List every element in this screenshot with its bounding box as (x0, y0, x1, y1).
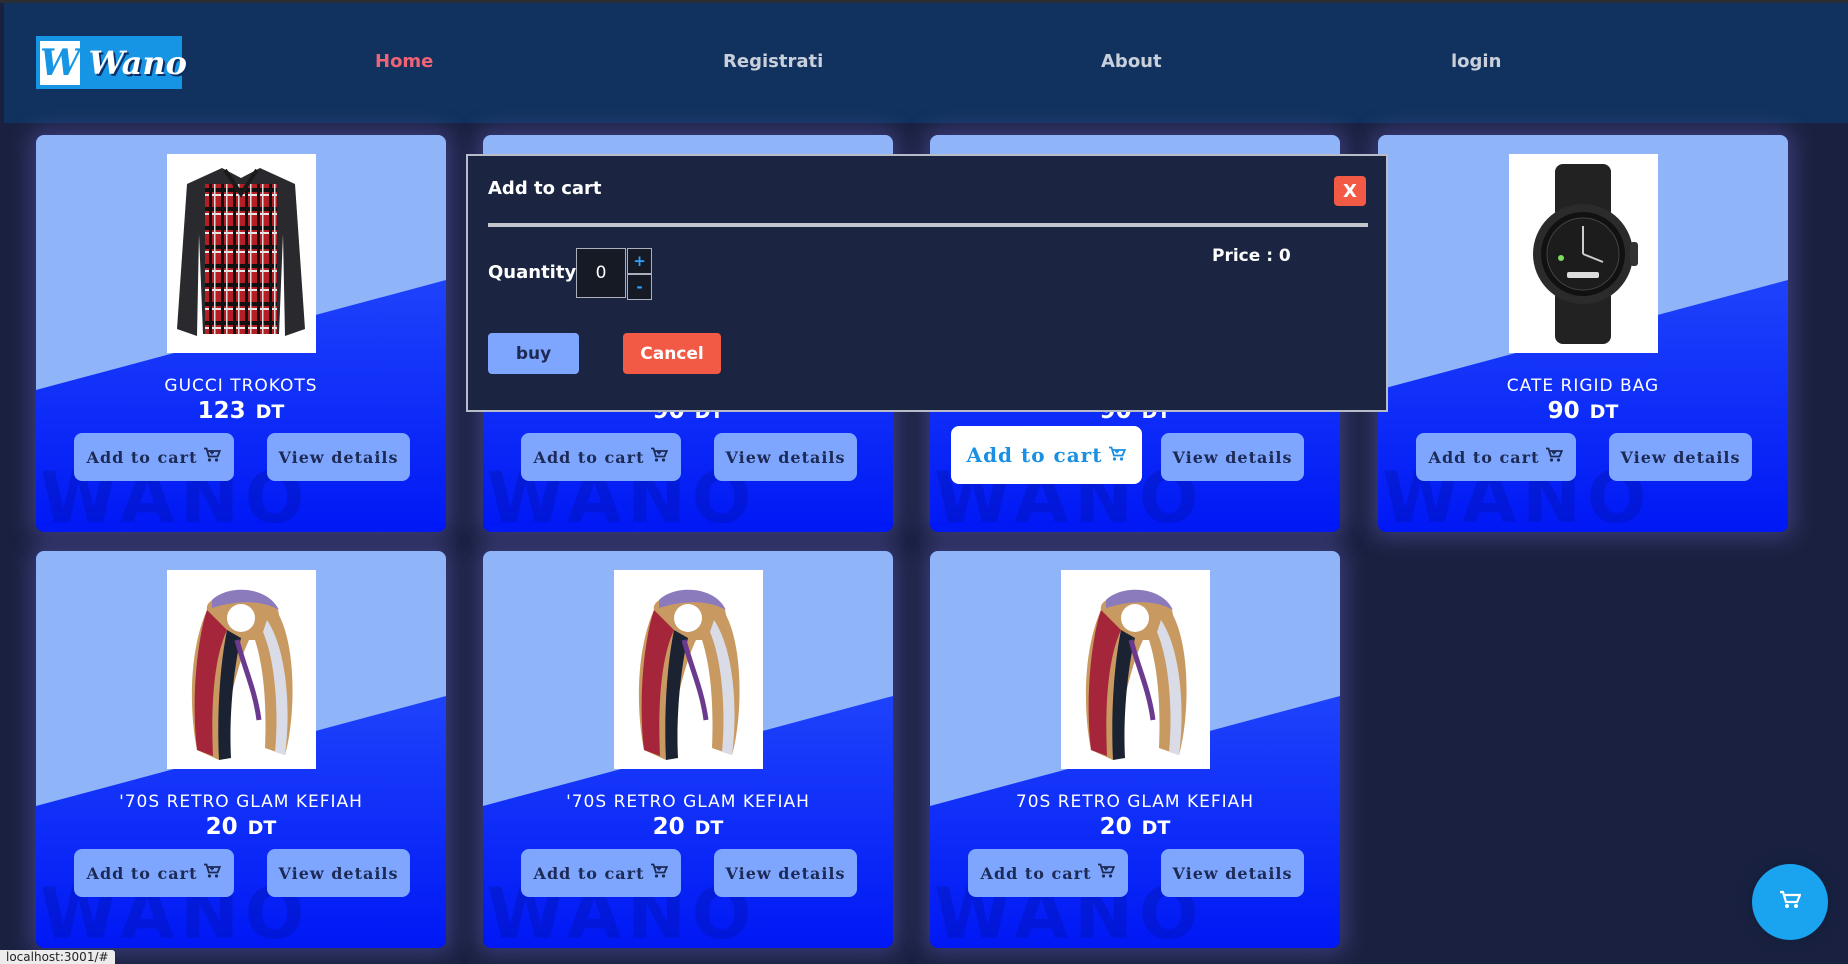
add-to-cart-button[interactable]: Add to cart (74, 433, 234, 481)
product-card: WANO CATE RIGID BAG 90 DT Add to cart View d… (1378, 135, 1788, 532)
product-image[interactable] (1509, 154, 1658, 353)
product-image[interactable] (167, 154, 316, 353)
add-to-cart-label: Add to cart (966, 443, 1103, 467)
nav-home[interactable]: Home (375, 51, 433, 72)
view-details-button[interactable]: View details (714, 433, 857, 481)
product-name: CATE RIGID BAG (1506, 376, 1660, 396)
view-details-button[interactable]: View details (1161, 849, 1304, 897)
add-to-cart-button[interactable]: Add to cart (521, 433, 681, 481)
add-to-cart-label: Add to cart (1428, 447, 1540, 467)
product-image[interactable] (167, 570, 316, 769)
price-readout: Price : 0 (1212, 246, 1291, 266)
quantity-label: Quantity: (488, 262, 584, 283)
price-value: 20 (1099, 814, 1132, 840)
nav-registrati[interactable]: Registrati (723, 51, 823, 72)
price-value: 90 (1547, 398, 1580, 424)
cart-icon (650, 863, 669, 883)
product-card: WANO '70S RETRO GLAM KEFIAH 20 DT Add to ca… (36, 551, 446, 948)
add-to-cart-modal: Add to cart X Quantity: + - Price : 0 bu… (466, 154, 1388, 412)
nav-about[interactable]: About (1101, 51, 1162, 72)
product-price: 20 DT (36, 814, 446, 840)
view-details-button[interactable]: View details (1161, 433, 1304, 481)
product-card: WANO 70S RETRO GLAM KEFIAH 20 DT Add to car… (930, 551, 1340, 948)
cart-icon (203, 447, 222, 467)
product-name: '70S RETRO GLAM KEFIAH (119, 792, 363, 812)
price-value: 20 (205, 814, 238, 840)
product-image[interactable] (614, 570, 763, 769)
product-price: 20 DT (483, 814, 893, 840)
view-details-button[interactable]: View details (714, 849, 857, 897)
cart-icon (1108, 443, 1127, 467)
view-details-button[interactable]: View details (1609, 433, 1752, 481)
add-to-cart-button[interactable]: Add to cart (968, 849, 1128, 897)
buy-button[interactable]: buy (488, 333, 579, 374)
product-name: GUCCI TROKOTS (164, 376, 318, 396)
product-name: '70S RETRO GLAM KEFIAH (566, 792, 810, 812)
product-image[interactable] (1061, 570, 1210, 769)
price-currency: DT (694, 817, 724, 839)
price-value: 20 (652, 814, 685, 840)
cart-icon (203, 863, 222, 883)
quantity-input[interactable] (576, 248, 626, 298)
price-currency: DT (255, 401, 285, 423)
add-to-cart-label: Add to cart (86, 863, 198, 883)
cart-icon (1779, 890, 1802, 915)
nav-login[interactable]: login (1451, 51, 1501, 72)
cart-icon (650, 447, 669, 467)
product-name: 70S RETRO GLAM KEFIAH (1015, 792, 1255, 812)
view-details-button[interactable]: View details (267, 433, 410, 481)
cart-icon (1097, 863, 1116, 883)
logo-mark: W (40, 40, 81, 85)
cart-fab-button[interactable] (1752, 864, 1828, 940)
status-bar-url: localhost:3001/# (0, 950, 115, 964)
price-currency: DT (1589, 401, 1619, 423)
add-to-cart-label: Add to cart (86, 447, 198, 467)
price-value: 123 (197, 398, 246, 424)
navbar: W Wano Home Registrati About login (4, 3, 1848, 123)
add-to-cart-button[interactable]: Add to cart (1416, 433, 1576, 481)
brand-logo[interactable]: W Wano (36, 36, 187, 89)
logo-text: Wano (88, 43, 187, 82)
price-currency: DT (1141, 817, 1171, 839)
add-to-cart-button[interactable]: Add to cart (951, 426, 1142, 484)
cancel-button[interactable]: Cancel (623, 333, 721, 374)
quantity-increment-button[interactable]: + (627, 248, 652, 274)
quantity-decrement-button[interactable]: - (627, 274, 652, 300)
product-price: 123 DT (36, 398, 446, 424)
view-details-button[interactable]: View details (267, 849, 410, 897)
product-price: 20 DT (930, 814, 1340, 840)
price-currency: DT (247, 817, 277, 839)
modal-close-button[interactable]: X (1334, 176, 1366, 206)
product-card: WANO '70S RETRO GLAM KEFIAH 20 DT Add to ca… (483, 551, 893, 948)
add-to-cart-label: Add to cart (980, 863, 1092, 883)
cart-icon (1545, 447, 1564, 467)
add-to-cart-label: Add to cart (533, 863, 645, 883)
modal-title: Add to cart (488, 178, 602, 199)
product-price: 90 DT (1378, 398, 1788, 424)
add-to-cart-button[interactable]: Add to cart (521, 849, 681, 897)
modal-divider (488, 223, 1368, 227)
add-to-cart-label: Add to cart (533, 447, 645, 467)
add-to-cart-button[interactable]: Add to cart (74, 849, 234, 897)
product-card: WANO GUCCI TROKOTS 123 DT Add to cart View d… (36, 135, 446, 532)
